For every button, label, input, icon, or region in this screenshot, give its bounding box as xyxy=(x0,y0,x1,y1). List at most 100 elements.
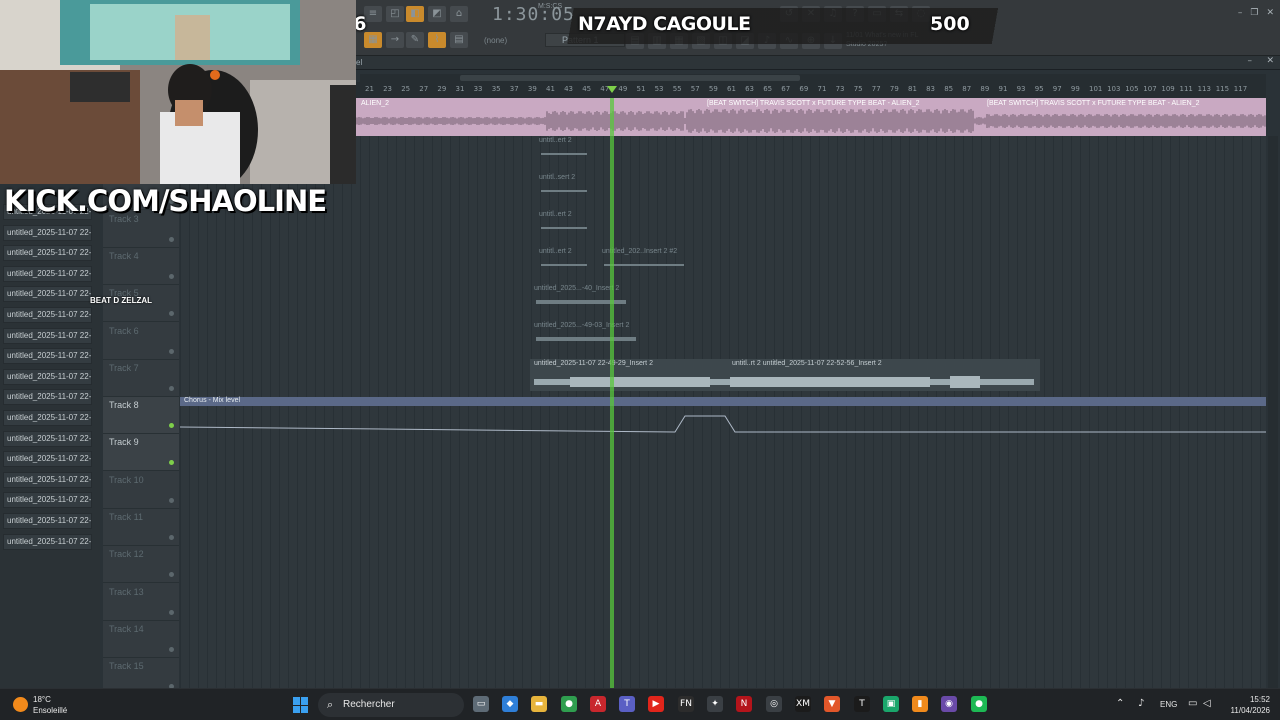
close-icon[interactable]: ✕ xyxy=(1266,8,1274,18)
ruler-bar-number: 79 xyxy=(889,85,899,93)
language-indicator[interactable]: ENG xyxy=(1160,700,1177,709)
browser-item[interactable]: untitled_2025-11-07 22- xyxy=(3,368,92,385)
track-led-icon[interactable] xyxy=(169,423,174,429)
pattern-none-label[interactable]: (none) xyxy=(484,36,507,45)
netflix-icon[interactable]: N xyxy=(736,696,752,712)
browser-item[interactable]: untitled_2025-11-07 22- xyxy=(3,451,92,468)
record-mode-icon[interactable]: ◧ xyxy=(406,6,424,22)
track-header[interactable]: Track 12 xyxy=(103,546,179,584)
restore-icon[interactable]: ❐ xyxy=(1250,8,1258,18)
browser-item[interactable]: untitled_2025-11-07 22- xyxy=(3,410,92,426)
taskbar-search[interactable]: ⌕ Rechercher xyxy=(318,693,464,717)
audio-clip[interactable]: untitl..ert 2 xyxy=(535,136,595,166)
youtube-icon[interactable]: ▶ xyxy=(648,696,664,712)
browser-item[interactable]: untitled_2025-11-07 22- xyxy=(3,245,92,262)
browser-item[interactable]: untitled_2025-11-07 22- xyxy=(3,286,92,303)
track-led-icon[interactable] xyxy=(169,273,174,279)
horizontal-scrollbar[interactable] xyxy=(360,74,1266,82)
teams-icon[interactable]: T xyxy=(619,696,635,712)
weather-temperature[interactable]: 18°C xyxy=(33,695,51,704)
close-icon[interactable]: ✕ xyxy=(1266,56,1274,66)
vertical-scrollbar[interactable] xyxy=(1268,136,1278,688)
track-header[interactable]: Track 9 xyxy=(103,434,179,472)
browser-item[interactable]: untitled_2025-11-07 22- xyxy=(3,492,92,509)
scroll-thumb[interactable] xyxy=(460,75,800,81)
track-header[interactable]: Track 6 xyxy=(103,323,179,360)
folder-icon[interactable]: ▬ xyxy=(531,696,547,712)
track-led-icon[interactable] xyxy=(169,535,174,540)
android-icon[interactable]: ▣ xyxy=(883,696,899,712)
mic-icon[interactable]: ♪ xyxy=(1138,698,1144,709)
acrobat-icon[interactable]: A xyxy=(590,696,606,712)
steam-icon[interactable]: ◎ xyxy=(766,696,782,712)
track-led-icon[interactable] xyxy=(169,385,174,391)
obs-icon[interactable]: ◉ xyxy=(941,696,957,712)
network-icon[interactable]: ▭ xyxy=(1188,698,1197,709)
volume-icon[interactable]: ◁ xyxy=(1203,698,1211,709)
weather-description[interactable]: Ensoleillé xyxy=(33,706,67,715)
search-label: Rechercher xyxy=(343,699,395,710)
track-led-icon[interactable] xyxy=(169,609,174,615)
pencil-icon[interactable]: ✎ xyxy=(406,32,424,48)
copilot-icon[interactable]: ◆ xyxy=(502,696,518,712)
timeline-ruler[interactable]: 21 23 25 27 29 31 33 35 37 39 41 43 45 47 49 51 53 55 57 59… xyxy=(355,82,1266,98)
minimize-icon[interactable]: – xyxy=(1248,56,1253,66)
brave-icon[interactable]: ▼ xyxy=(824,696,840,712)
playhead-marker[interactable] xyxy=(607,86,617,93)
minimize-icon[interactable]: – xyxy=(1238,8,1243,18)
automation-clip[interactable]: Chorus - Mix level xyxy=(180,397,1266,437)
browser-item[interactable]: untitled_2025-11-07 22- xyxy=(3,348,92,365)
track-led-icon[interactable] xyxy=(169,497,174,503)
track-header[interactable]: Track 8 xyxy=(103,397,179,435)
browser-item[interactable]: untitled_2025-11-07 22- xyxy=(3,389,92,406)
browser-item[interactable]: untitled_2025-11-07 22- xyxy=(3,224,92,241)
fl-studio-icon[interactable]: ▮ xyxy=(912,696,928,712)
playhead[interactable] xyxy=(610,98,614,688)
spotify-icon[interactable]: ● xyxy=(971,696,987,712)
track-header[interactable]: Track 4 xyxy=(103,248,179,285)
track-led-icon[interactable] xyxy=(169,460,174,466)
fn-icon[interactable]: FN xyxy=(678,696,694,712)
brush-icon[interactable]: ⌇ xyxy=(428,32,446,48)
clock-date[interactable]: 11/04/2026 xyxy=(1224,706,1270,715)
track-led-icon[interactable] xyxy=(169,646,174,652)
browser-item[interactable]: untitled_2025-11-07 22- xyxy=(3,430,92,447)
file-explorer-icon[interactable]: ▭ xyxy=(473,696,489,712)
browser-item[interactable]: untitled_2025-11-07 22- xyxy=(3,471,92,488)
track-header[interactable]: Track 13 xyxy=(103,584,179,621)
chevron-up-icon[interactable]: ⌃ xyxy=(1116,698,1124,709)
browser-item[interactable]: untitled_2025-11-07 22- xyxy=(3,327,92,344)
browser-item[interactable]: untitled_2025-11-07 22- xyxy=(3,533,92,550)
track-led-icon[interactable] xyxy=(169,572,174,578)
browser-item[interactable]: untitled_2025-11-07 22- xyxy=(3,265,92,282)
track-header[interactable]: Track 7 xyxy=(103,360,179,397)
chrome-icon[interactable]: ● xyxy=(561,696,577,712)
audio-clip[interactable]: untitl..sert 2 xyxy=(535,173,595,203)
snap-icon[interactable]: ◰ xyxy=(386,6,404,22)
gear-icon[interactable]: ✦ xyxy=(707,696,723,712)
audio-clip-track8[interactable]: untitled_2025-11-07 22-49-29_Insert 2 un… xyxy=(530,359,1040,391)
browser-item[interactable]: untitled_2025-11-07 22- xyxy=(3,513,92,529)
track-header[interactable]: Track 11 xyxy=(103,509,179,546)
tradingview-icon[interactable]: T xyxy=(854,696,870,712)
track-header[interactable]: Track 10 xyxy=(103,472,179,509)
sun-icon[interactable] xyxy=(13,697,28,712)
countdown-icon[interactable]: ⌂ xyxy=(450,6,468,22)
audio-clip[interactable]: untitl..ert 2 xyxy=(535,247,595,277)
track-led-icon[interactable] xyxy=(169,236,174,242)
audio-clip[interactable]: untitl..ert 2 xyxy=(535,210,595,240)
arrow-icon[interactable]: → xyxy=(386,32,404,48)
windows-start-icon[interactable] xyxy=(293,697,309,713)
clip-label: untitled_2025-11-07 22-49-29_Insert 2 xyxy=(534,360,653,367)
audio-clip[interactable]: untitled_2025...-49-03_Insert 2 xyxy=(530,321,640,351)
audio-clip[interactable]: untitled_2025...-40_Insert 2 xyxy=(530,284,630,314)
xm-icon[interactable]: XM xyxy=(795,696,811,712)
clock-time[interactable]: 15:52 xyxy=(1236,695,1270,704)
metronome-icon[interactable]: ◩ xyxy=(428,6,446,22)
track-header[interactable]: Track 14 xyxy=(103,621,179,658)
track-led-icon[interactable] xyxy=(169,348,174,354)
stamp-icon[interactable]: ▤ xyxy=(450,32,468,48)
audio-track-lane[interactable]: ALIEN_2 [BEAT SWITCH] TRAVIS SCOTT x FUT… xyxy=(355,98,1266,136)
track-led-icon[interactable] xyxy=(169,311,174,317)
browser-item[interactable]: untitled_2025-11-07 22- xyxy=(3,307,92,323)
